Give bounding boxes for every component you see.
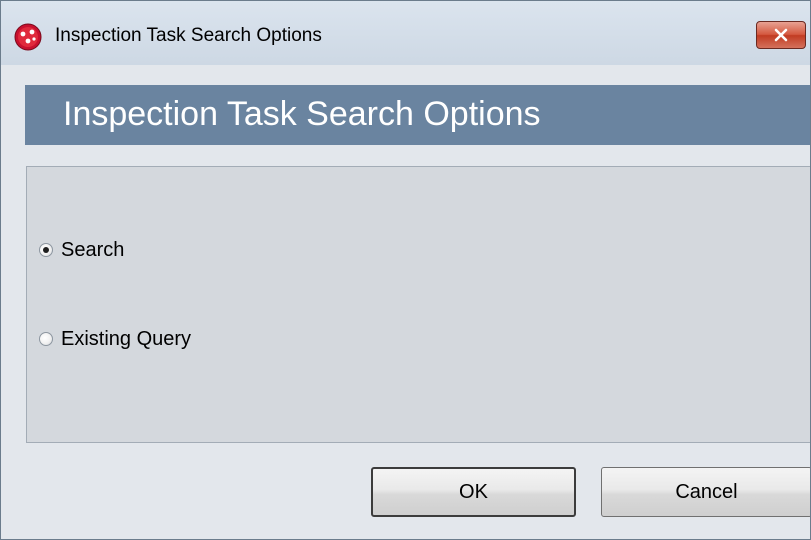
dialog-content: Inspection Task Search Options Search Ex… bbox=[9, 65, 810, 539]
red-molecule-icon bbox=[14, 23, 42, 51]
header-banner: Inspection Task Search Options bbox=[25, 85, 810, 145]
search-label[interactable]: Search bbox=[61, 239, 124, 262]
window-title: Inspection Task Search Options bbox=[55, 25, 322, 46]
search-radio[interactable] bbox=[39, 243, 53, 257]
option-existing-query[interactable]: Existing Query bbox=[39, 327, 191, 351]
close-x-icon bbox=[774, 28, 788, 42]
ok-button[interactable]: OK bbox=[371, 467, 576, 517]
existing-query-label[interactable]: Existing Query bbox=[61, 328, 191, 351]
page-title: Inspection Task Search Options bbox=[63, 95, 541, 133]
option-search[interactable]: Search bbox=[39, 238, 124, 262]
close-button[interactable] bbox=[756, 21, 806, 49]
dialog-window: Inspection Task Search Options Inspectio… bbox=[0, 0, 811, 540]
cancel-button[interactable]: Cancel bbox=[601, 467, 810, 517]
options-panel: Search Existing Query bbox=[26, 166, 810, 443]
existing-query-radio[interactable] bbox=[39, 332, 53, 346]
title-bar[interactable]: Inspection Task Search Options bbox=[1, 1, 810, 65]
